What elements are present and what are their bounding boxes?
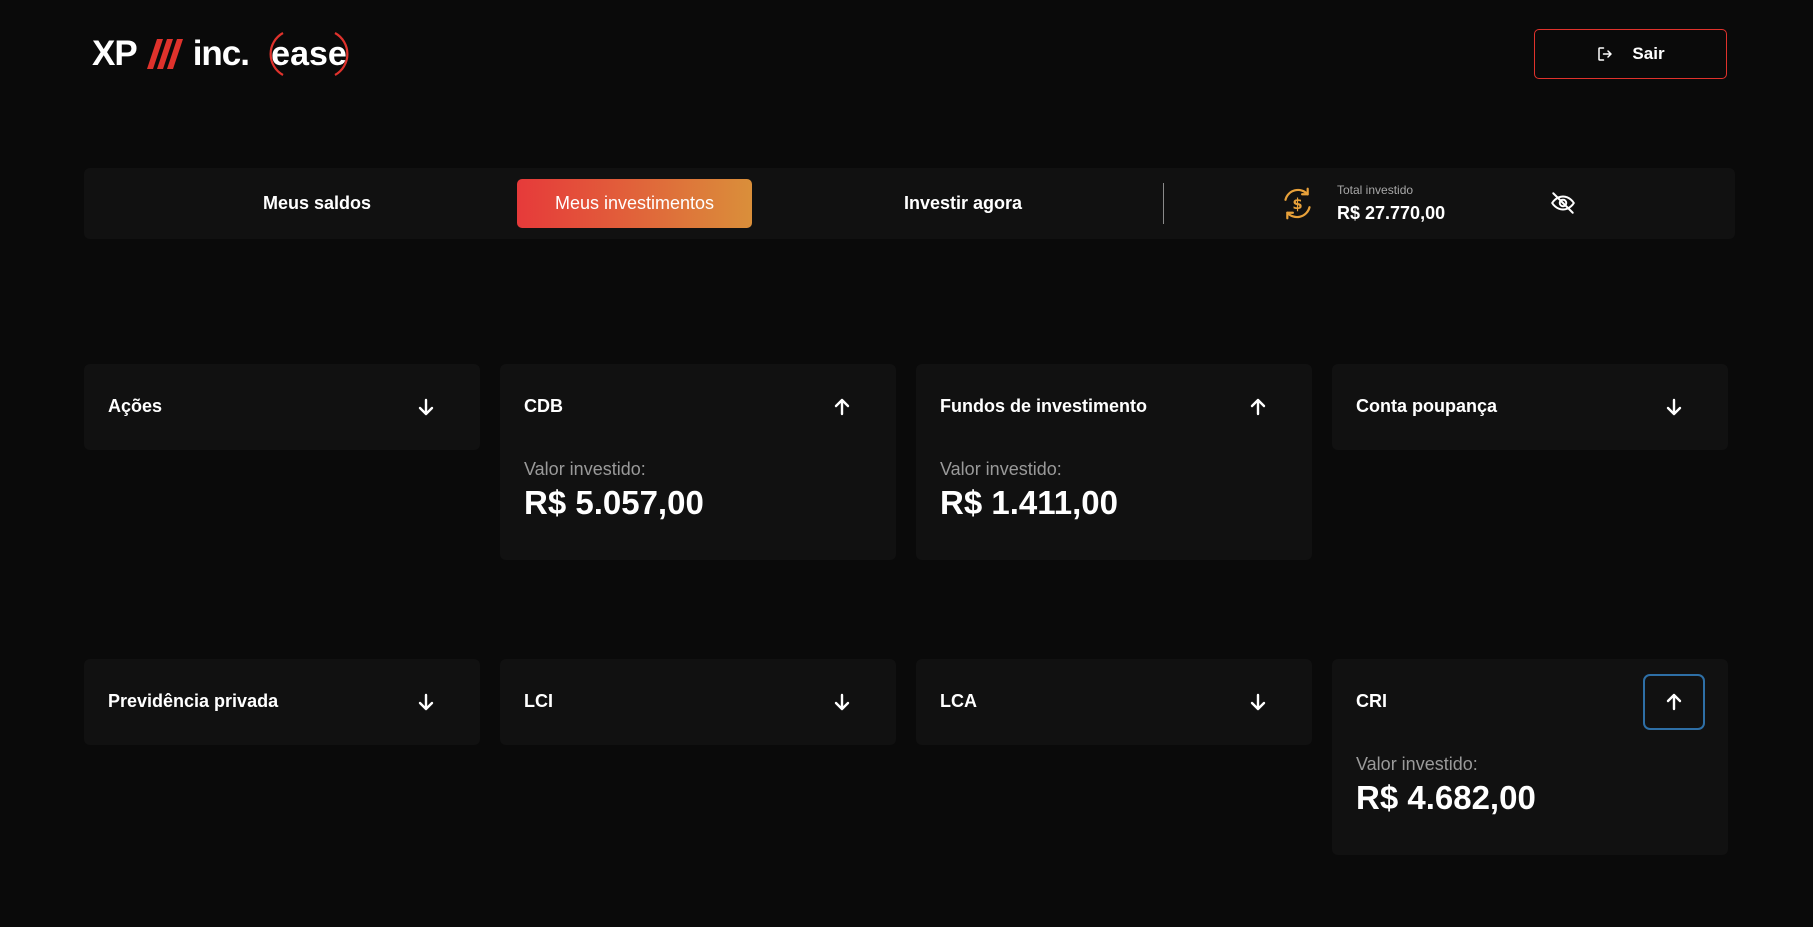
arrow-down-icon [1250, 693, 1266, 711]
invested-value-label: Valor investido: [940, 459, 1062, 479]
expand-toggle-button[interactable] [395, 674, 457, 730]
nav-divider [1163, 183, 1164, 224]
logo-brand-text: XP [92, 34, 138, 73]
tab-investir-agora[interactable]: Investir agora [878, 179, 1048, 228]
card-title: LCI [524, 691, 553, 711]
invested-value-amount: R$ 4.682,00 [1356, 779, 1536, 816]
invested-value-label: Valor investido: [1356, 754, 1478, 774]
arrow-up-icon [1250, 398, 1266, 416]
eye-off-icon[interactable] [1550, 190, 1576, 216]
ease-logo: ease [259, 28, 359, 80]
invested-value-amount: R$ 1.411,00 [940, 484, 1118, 521]
arrow-up-icon [1666, 693, 1682, 711]
collapse-toggle-button[interactable] [811, 379, 873, 435]
investment-card-poupanca: Conta poupança [1332, 364, 1728, 450]
expand-toggle-button[interactable] [1227, 674, 1289, 730]
expand-toggle-button[interactable] [1643, 379, 1705, 435]
tab-meus-investimentos[interactable]: Meus investimentos [517, 179, 752, 228]
arrow-up-icon [834, 398, 850, 416]
investment-card-acoes: Ações [84, 364, 480, 450]
expand-toggle-button[interactable] [811, 674, 873, 730]
card-title: Previdência privada [108, 691, 279, 711]
main-navbar: Meus saldos Meus investimentos Investir … [84, 168, 1735, 239]
investment-card-cri: CRI Valor investido: R$ 4.682,00 [1332, 659, 1728, 855]
xp-inc-ease-logo: XP inc. ease [92, 26, 359, 82]
page: XP inc. ease Sair Meus saldos Meus inves… [0, 0, 1813, 927]
card-title: CRI [1356, 691, 1387, 711]
ease-logo-text: ease [271, 34, 347, 73]
logo-suffix-text: inc. [192, 34, 250, 73]
card-title: CDB [524, 396, 563, 416]
logo-slashes-icon [146, 39, 183, 69]
investment-card-previdencia: Previdência privada [84, 659, 480, 745]
collapse-toggle-button[interactable] [1227, 379, 1289, 435]
svg-text:$: $ [1292, 196, 1302, 213]
card-title: Conta poupança [1356, 396, 1498, 416]
card-title: Ações [108, 396, 163, 416]
logout-icon [1598, 47, 1613, 61]
logout-button[interactable]: Sair [1534, 29, 1727, 79]
investment-card-lci: LCI [500, 659, 896, 745]
total-invested-value: R$ 27.770,00 [1337, 203, 1446, 223]
investment-card-cdb: CDB Valor investido: R$ 5.057,00 [500, 364, 896, 560]
collapse-toggle-button[interactable] [1643, 674, 1705, 730]
investment-card-fundos: Fundos de investimento Valor investido: … [916, 364, 1312, 560]
arrow-down-icon [1666, 398, 1682, 416]
arrow-down-icon [418, 693, 434, 711]
logout-label: Sair [1632, 44, 1665, 63]
invested-value-label: Valor investido: [524, 459, 646, 479]
currency-exchange-icon: $ [1284, 187, 1311, 220]
arrow-down-icon [418, 398, 434, 416]
card-title: LCA [940, 691, 977, 711]
card-title: Fundos de investimento [940, 396, 1148, 416]
xp-inc-logo: XP inc. [92, 34, 250, 74]
arrow-down-icon [834, 693, 850, 711]
investment-card-lca: LCA [916, 659, 1312, 745]
expand-toggle-button[interactable] [395, 379, 457, 435]
tab-meus-saldos[interactable]: Meus saldos [250, 179, 384, 228]
total-invested-label: Total investido [1337, 183, 1414, 197]
invested-value-amount: R$ 5.057,00 [524, 484, 704, 521]
